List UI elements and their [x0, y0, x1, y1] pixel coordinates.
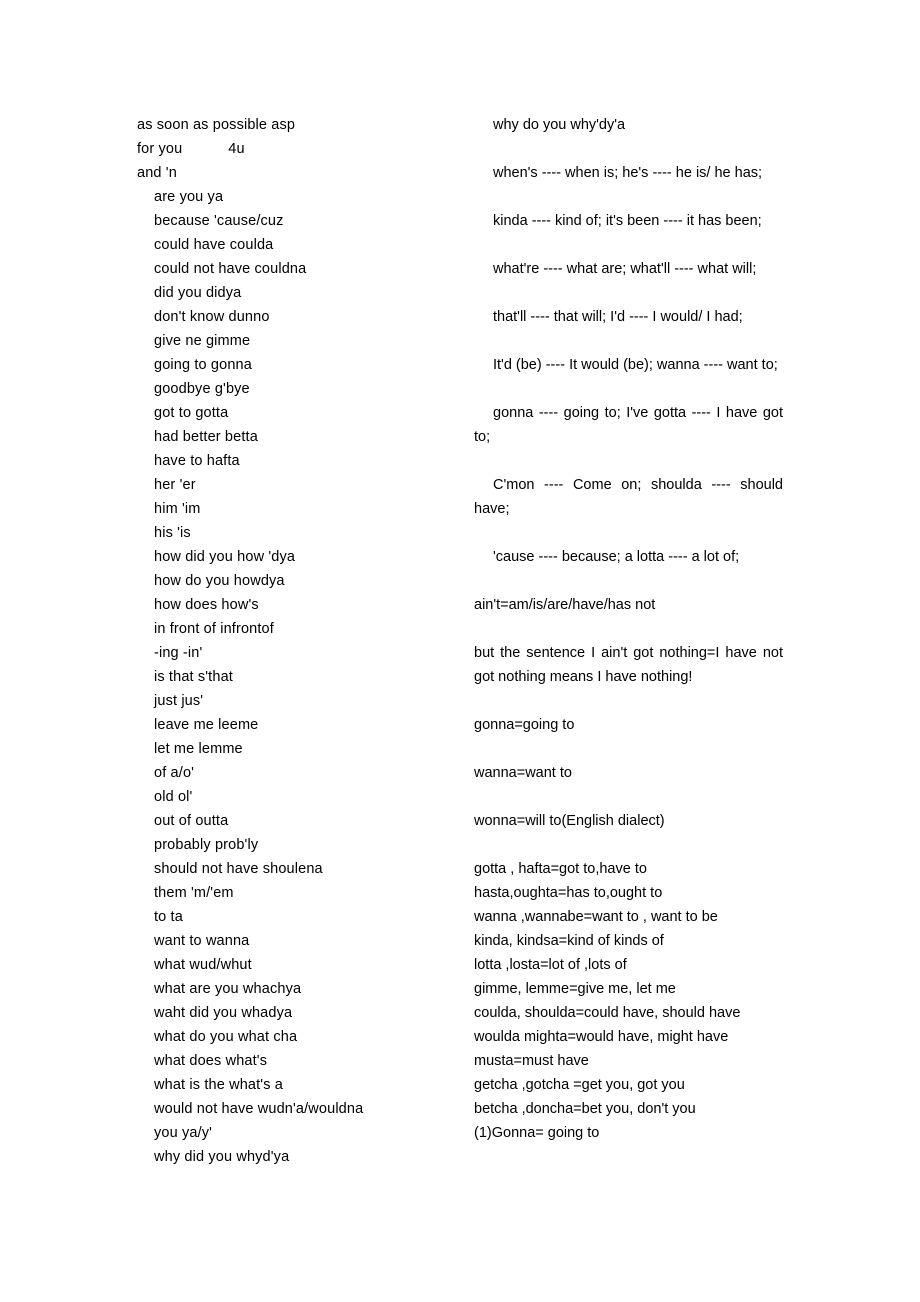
reduction-paragraph: wanna=want to: [474, 765, 572, 781]
contraction-line: old ol': [154, 789, 193, 805]
reduction-paragraph: 'cause ---- because; a lotta ---- a lot …: [493, 549, 740, 565]
contraction-line: what is the what's a: [154, 1077, 283, 1093]
reduction-line: hasta,oughta=has to,ought to: [474, 885, 663, 901]
contraction-line: as soon as possible asp: [137, 117, 296, 133]
reduction-paragraph: C'mon ---- Come on; shoulda ---- should …: [474, 477, 783, 517]
contraction-line: her 'er: [154, 477, 196, 493]
contraction-line: what do you what cha: [154, 1029, 298, 1045]
reduction-paragraph: ain't=am/is/are/have/has not: [474, 597, 656, 613]
contraction-line: are you ya: [154, 189, 224, 205]
contraction-line: is that s'that: [154, 669, 233, 685]
contraction-line: just jus': [154, 693, 204, 709]
reduction-line: kinda, kindsa=kind of kinds of: [474, 933, 664, 949]
contraction-line: could have coulda: [154, 237, 274, 253]
right-column: why do you why'dy'a when's ---- when is; …: [474, 113, 783, 1145]
reduction-line: woulda mighta=would have, might have: [474, 1029, 729, 1045]
contraction-line: of a/o': [154, 765, 195, 781]
document-page: as soon as possible asp for you 4u and 'n a…: [0, 0, 920, 1302]
contraction-line: how does how's: [154, 597, 259, 613]
reduction-paragraph: wonna=will to(English dialect): [474, 813, 665, 829]
contraction-line: don't know dunno: [154, 309, 270, 325]
contraction-line: have to hafta: [154, 453, 240, 469]
contraction-line: how do you howdya: [154, 573, 285, 589]
contraction-line: got to gotta: [154, 405, 229, 421]
reduction-paragraph: It'd (be) ---- It would (be); wanna ----…: [493, 357, 778, 373]
contraction-line: what does what's: [154, 1053, 268, 1069]
contraction-line: because 'cause/cuz: [154, 213, 284, 229]
reduction-line: getcha ,gotcha =get you, got you: [474, 1077, 685, 1093]
contraction-line: leave me leeme: [154, 717, 259, 733]
reduction-tight-list: gotta , hafta=got to,have to hasta,oughta…: [474, 857, 783, 1145]
contraction-line: to ta: [154, 909, 183, 925]
contraction-line: let me lemme: [154, 741, 243, 757]
contraction-line: waht did you whadya: [154, 1005, 293, 1021]
contraction-line: you ya/y': [154, 1125, 213, 1141]
contraction-line: in front of infrontof: [154, 621, 274, 637]
contraction-line: would not have wudn'a/wouldna: [154, 1101, 364, 1117]
contraction-line: want to wanna: [154, 933, 250, 949]
contraction-line: probably prob'ly: [154, 837, 259, 853]
contraction-line: how did you how 'dya: [154, 549, 296, 565]
contraction-line: goodbye g'bye: [154, 381, 250, 397]
contraction-line: them 'm/'em: [154, 885, 234, 901]
reduction-line: gimme, lemme=give me, let me: [474, 981, 676, 997]
reduction-paragraph: when's ---- when is; he's ---- he is/ he…: [493, 165, 763, 181]
contraction-line: him 'im: [154, 501, 201, 517]
reduction-line: lotta ,losta=lot of ,lots of: [474, 957, 627, 973]
reduction-paragraph: but the sentence I ain't got nothing=I h…: [474, 645, 783, 685]
reduction-paragraph: that'll ---- that will; I'd ---- I would…: [493, 309, 743, 325]
contraction-line: why did you whyd'ya: [154, 1149, 290, 1165]
contraction-line: could not have couldna: [154, 261, 307, 277]
reduction-paragraph: why do you why'dy'a: [493, 117, 626, 133]
contraction-line: what are you whachya: [154, 981, 302, 997]
contraction-line: give ne gimme: [154, 333, 251, 349]
reduction-line: wanna ,wannabe=want to , want to be: [474, 909, 718, 925]
reduction-paragraph: what're ---- what are; what'll ---- what…: [493, 261, 757, 277]
contraction-line: going to gonna: [154, 357, 252, 373]
contraction-line: had better betta: [154, 429, 258, 445]
contraction-line: and 'n: [137, 165, 177, 181]
reduction-line: gotta , hafta=got to,have to: [474, 861, 647, 877]
contraction-line: should not have shoulena: [154, 861, 323, 877]
contraction-line: what wud/whut: [154, 957, 252, 973]
reduction-paragraph: gonna ---- going to; I've gotta ---- I h…: [474, 405, 783, 445]
reduction-line: betcha ,doncha=bet you, don't you: [474, 1101, 696, 1117]
left-column: as soon as possible asp for you 4u and 'n a…: [137, 113, 457, 1169]
reduction-line: (1)Gonna= going to: [474, 1125, 600, 1141]
contraction-line: out of outta: [154, 813, 229, 829]
contraction-line: for you 4u: [137, 141, 245, 157]
contraction-line: did you didya: [154, 285, 242, 301]
contraction-line: his 'is: [154, 525, 191, 541]
reduction-paragraph: kinda ---- kind of; it's been ---- it ha…: [493, 213, 762, 229]
reduction-paragraph: gonna=going to: [474, 717, 575, 733]
contraction-line: -ing -in': [154, 645, 203, 661]
reduction-line: musta=must have: [474, 1053, 589, 1069]
reduction-line: coulda, shoulda=could have, should have: [474, 1005, 741, 1021]
